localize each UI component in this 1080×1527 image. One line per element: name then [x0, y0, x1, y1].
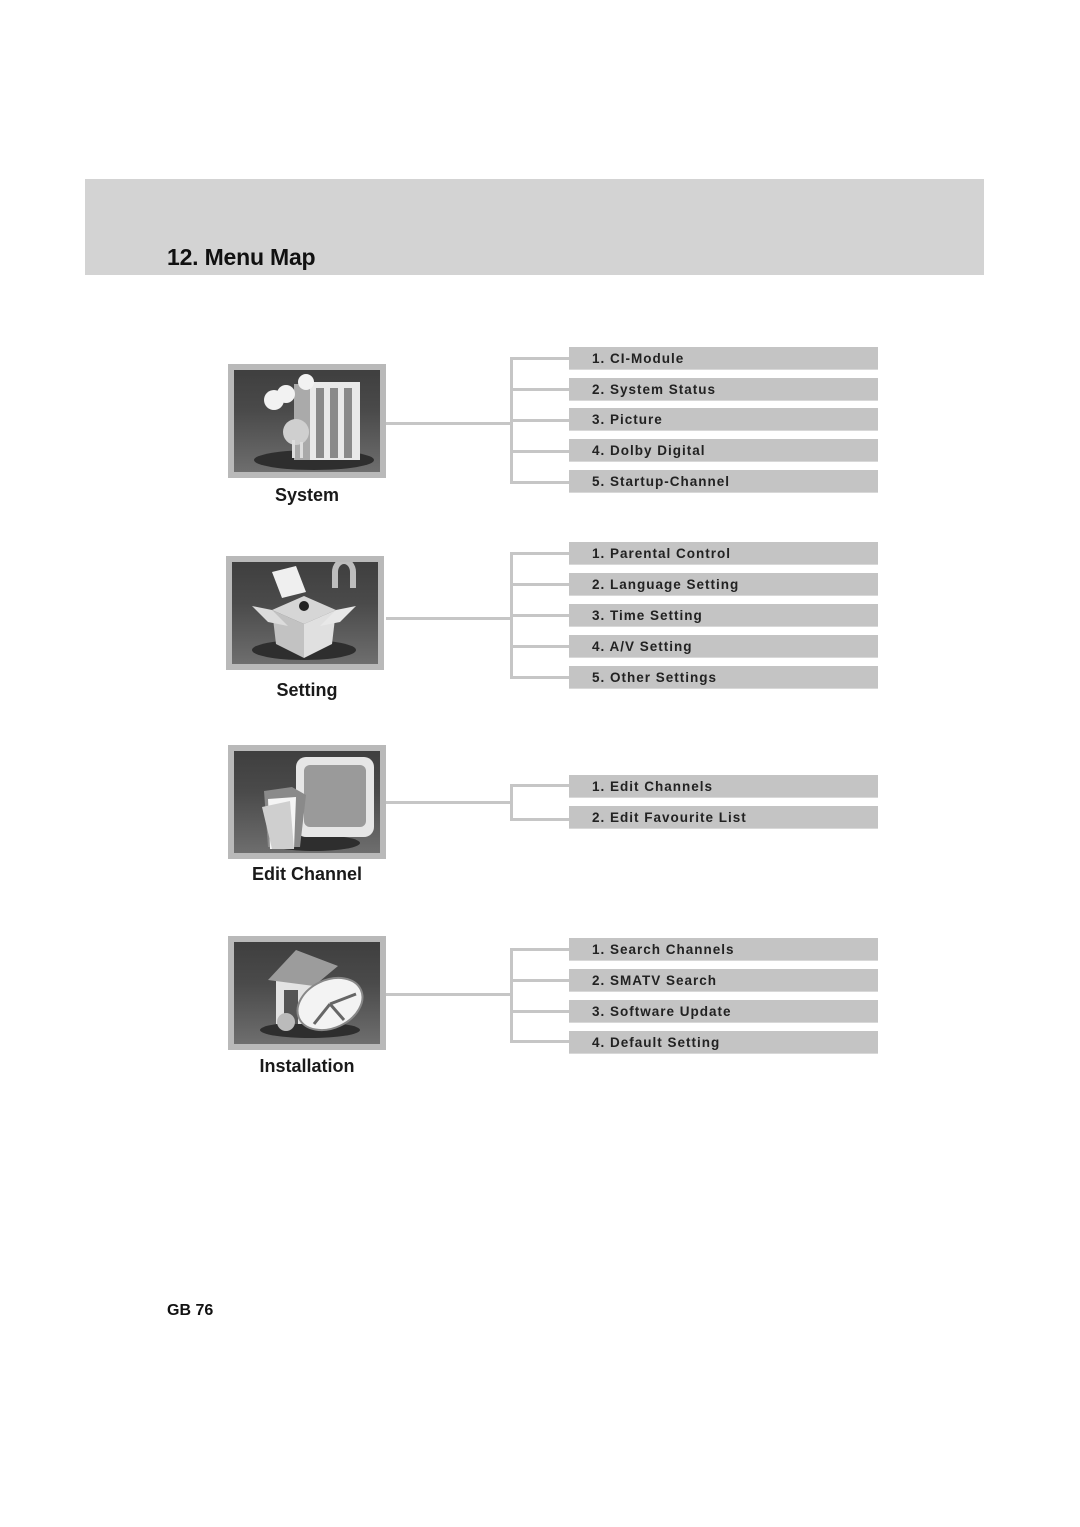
- system-label: System: [274, 485, 340, 505]
- menu-item-system-status[interactable]: 2. System Status: [569, 378, 878, 401]
- house-satellite-icon: [234, 942, 380, 1044]
- menu-item-other-settings[interactable]: 5. Other Settings: [569, 666, 878, 689]
- menu-item-edit-channels[interactable]: 1. Edit Channels: [569, 775, 878, 798]
- menu-item-parental-control[interactable]: 1. Parental Control: [569, 542, 878, 565]
- building-icon: [234, 370, 380, 472]
- connector-line: [510, 583, 569, 586]
- menu-item-edit-favourite-list[interactable]: 2. Edit Favourite List: [569, 806, 878, 829]
- menu-item-software-update[interactable]: 3. Software Update: [569, 1000, 878, 1023]
- installation-label: Installation: [259, 1056, 355, 1076]
- box-lock-icon: [232, 562, 378, 664]
- menu-item-language-setting[interactable]: 2. Language Setting: [569, 573, 878, 596]
- menu-item-search-channels[interactable]: 1. Search Channels: [569, 938, 878, 961]
- connector-line: [510, 818, 569, 821]
- setting-icon-frame[interactable]: [226, 556, 384, 670]
- menu-item-av-setting[interactable]: 4. A/V Setting: [569, 635, 878, 658]
- connector-line: [510, 979, 569, 982]
- tv-folder-icon: [234, 751, 380, 853]
- connector-line: [510, 948, 513, 1043]
- connector-line: [510, 645, 569, 648]
- edit-channel-label: Edit Channel: [251, 864, 362, 884]
- menu-item-smatv-search[interactable]: 2. SMATV Search: [569, 969, 878, 992]
- connector-line: [510, 450, 569, 453]
- connector-line: [510, 419, 569, 422]
- connector-line: [386, 993, 512, 996]
- connector-line: [386, 422, 512, 425]
- connector-line: [510, 784, 513, 821]
- connector-line: [510, 552, 569, 555]
- connector-line: [386, 617, 512, 620]
- connector-line: [510, 676, 569, 679]
- connector-line: [510, 948, 569, 951]
- menu-item-time-setting[interactable]: 3. Time Setting: [569, 604, 878, 627]
- connector-line: [510, 784, 569, 787]
- menu-item-dolby-digital[interactable]: 4. Dolby Digital: [569, 439, 878, 462]
- menu-item-picture[interactable]: 3. Picture: [569, 408, 878, 431]
- connector-line: [510, 1010, 569, 1013]
- page-title: 12. Menu Map: [167, 244, 316, 270]
- edit-channel-icon-frame[interactable]: [228, 745, 386, 859]
- setting-label: Setting: [276, 680, 338, 700]
- installation-icon-frame[interactable]: [228, 936, 386, 1050]
- connector-line: [510, 481, 569, 484]
- connector-line: [510, 357, 569, 360]
- connector-line: [510, 614, 569, 617]
- page-number: GB 76: [167, 1302, 214, 1319]
- connector-line: [510, 388, 569, 391]
- connector-line: [386, 801, 512, 804]
- connector-line: [510, 1040, 569, 1043]
- system-icon-frame[interactable]: [228, 364, 386, 478]
- menu-item-default-setting[interactable]: 4. Default Setting: [569, 1031, 878, 1054]
- menu-item-ci-module[interactable]: 1. CI-Module: [569, 347, 878, 370]
- menu-item-startup-channel[interactable]: 5. Startup-Channel: [569, 470, 878, 493]
